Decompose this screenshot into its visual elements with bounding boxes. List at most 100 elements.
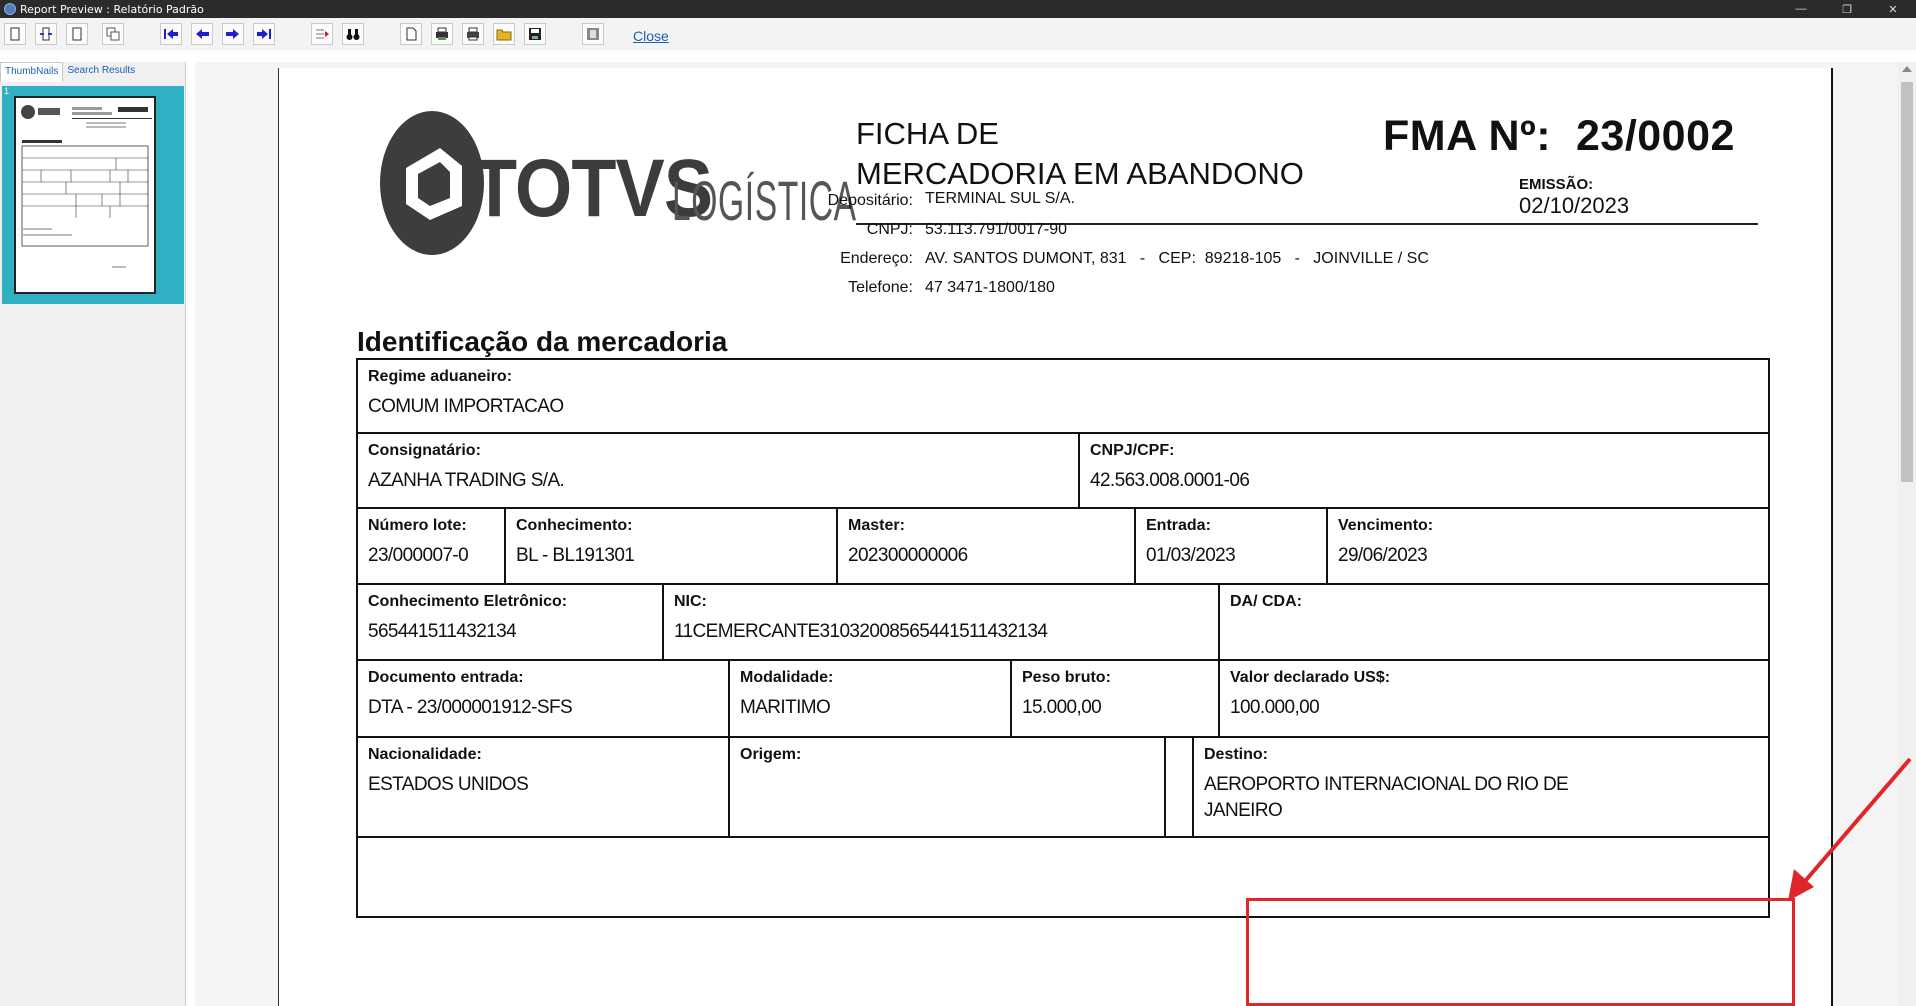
valor-declarado-value: 100.000,00 xyxy=(1230,697,1320,718)
origem-cell: Origem: xyxy=(730,738,1166,836)
peso-bruto-label: Peso bruto: xyxy=(1022,669,1111,686)
thumbnails-panel: ThumbNails Search Results 1 xyxy=(0,62,186,1006)
printer-setup-icon[interactable] xyxy=(431,23,453,45)
cnpjcpf-value: 42.563.008.0001-06 xyxy=(1090,470,1250,491)
restore-button[interactable]: ❐ xyxy=(1824,0,1870,18)
goto-page-icon[interactable] xyxy=(311,23,333,45)
previous-page-icon[interactable] xyxy=(191,23,213,45)
printer-icon[interactable] xyxy=(462,23,484,45)
peso-bruto-cell: Peso bruto: 15.000,00 xyxy=(1012,661,1220,736)
master-label: Master: xyxy=(848,517,905,534)
valor-declarado-cell: Valor declarado US$: 100.000,00 xyxy=(1220,661,1768,736)
conhecimento-value: BL - BL191301 xyxy=(516,545,635,566)
da-cda-cell: DA/ CDA: xyxy=(1220,585,1768,659)
close-window-button[interactable]: ✕ xyxy=(1870,0,1916,18)
vencimento-value: 29/06/2023 xyxy=(1338,545,1428,566)
copy-pages-icon[interactable] xyxy=(102,23,124,45)
telefone-label: Telefone: xyxy=(848,279,913,296)
binoculars-icon[interactable] xyxy=(342,23,364,45)
export-icon[interactable] xyxy=(582,23,604,45)
cnpj-value: 53.113.791/0017-90 xyxy=(925,221,1068,238)
entrada-cell: Entrada: 01/03/2023 xyxy=(1136,509,1328,583)
conhecimento-cell: Conhecimento: BL - BL191301 xyxy=(506,509,838,583)
merchandise-form: Regime aduaneiro: COMUM IMPORTACAO Consi… xyxy=(356,358,1770,918)
destino-label: Destino: xyxy=(1204,746,1268,763)
panel-tabs: ThumbNails Search Results xyxy=(0,62,186,82)
vencimento-label: Vencimento: xyxy=(1338,517,1434,534)
page-split-icon[interactable] xyxy=(35,23,57,45)
endereco-value: AV. SANTOS DUMONT, 831 - CEP: 89218-105 … xyxy=(925,250,1429,267)
form-row-lote: Número lote: 23/000007-0 Conhecimento: B… xyxy=(358,509,1768,585)
emission-value: 02/10/2023 xyxy=(1519,193,1630,218)
tab-thumbnails[interactable]: ThumbNails xyxy=(0,62,64,82)
thumbnail-page-number: 1 xyxy=(4,86,10,96)
emission-label: EMISSÃO: xyxy=(1519,176,1594,193)
form-row-regime: Regime aduaneiro: COMUM IMPORTACAO xyxy=(358,360,1768,434)
document-title-line2: MERCADORIA EM ABANDONO xyxy=(856,156,1304,191)
fma-number: FMA Nº: 23/0002 xyxy=(1383,112,1735,161)
close-link[interactable]: Close xyxy=(633,28,669,44)
document-title: FICHA DE MERCADORIA EM ABANDONO xyxy=(856,114,1304,194)
thumbnail-page[interactable] xyxy=(14,96,156,294)
scroll-up-icon[interactable] xyxy=(1902,66,1912,72)
fma-label: FMA Nº: xyxy=(1383,112,1552,160)
nacionalidade-value: ESTADOS UNIDOS xyxy=(368,774,529,795)
consignatario-value: AZANHA TRADING S/A. xyxy=(368,470,565,491)
fma-value: 23/0002 xyxy=(1575,112,1735,160)
blank-page-icon[interactable] xyxy=(66,23,88,45)
save-icon[interactable] xyxy=(524,23,546,45)
cnpjcpf-cell: CNPJ/CPF: 42.563.008.0001-06 xyxy=(1080,434,1768,507)
endereco-label: Endereço: xyxy=(840,250,913,267)
last-page-icon[interactable] xyxy=(253,23,275,45)
document-icon[interactable] xyxy=(400,23,422,45)
nacionalidade-cell: Nacionalidade: ESTADOS UNIDOS xyxy=(358,738,730,836)
destino-cell: Destino: AEROPORTO INTERNACIONAL DO RIO … xyxy=(1194,738,1768,836)
modalidade-label: Modalidade: xyxy=(740,669,834,686)
document-viewer: TOTVS LOGÍSTICA FICHA DE MERCADORIA EM A… xyxy=(195,62,1898,1006)
modalidade-cell: Modalidade: MARITIMO xyxy=(730,661,1012,736)
spacer-cell xyxy=(1166,738,1194,836)
vencimento-cell: Vencimento: 29/06/2023 xyxy=(1328,509,1768,583)
section-title: Identificação da mercadoria xyxy=(357,326,728,357)
documento-entrada-cell: Documento entrada: DTA - 23/000001912-SF… xyxy=(358,661,730,736)
title-bar: Report Preview : Relatório Padrão — ❐ ✕ xyxy=(0,0,1916,18)
master-cell: Master: 202300000006 xyxy=(838,509,1136,583)
da-cda-label: DA/ CDA: xyxy=(1230,593,1302,610)
form-row-nacionalidade: Nacionalidade: ESTADOS UNIDOS Origem: De… xyxy=(358,738,1768,838)
nic-value: 11CEMERCANTE3103200856544151143213​4 xyxy=(674,621,1048,642)
conh-eletronico-value: 565441511432134 xyxy=(368,621,517,642)
cnpj-label: CNPJ: xyxy=(866,221,913,238)
peso-bruto-value: 15.000,00 xyxy=(1022,697,1102,718)
emission-date: EMISSÃO: 02/10/2023 xyxy=(1519,176,1629,219)
form-row-consignatario: Consignatário: AZANHA TRADING S/A. CNPJ/… xyxy=(358,434,1768,509)
highlight-box xyxy=(1246,898,1795,1006)
thumbnail-item[interactable]: 1 xyxy=(2,86,184,304)
consignatario-label: Consignatário: xyxy=(368,442,481,459)
scrollbar-thumb[interactable] xyxy=(1901,82,1913,482)
destino-value-line2: JANEIRO xyxy=(1204,800,1283,821)
open-folder-icon[interactable] xyxy=(493,23,515,45)
regime-cell: Regime aduaneiro: COMUM IMPORTACAO xyxy=(358,360,1768,432)
annotation-arrow-icon xyxy=(1788,757,1912,901)
globe-icon xyxy=(4,3,16,15)
conhecimento-label: Conhecimento: xyxy=(516,517,633,534)
minimize-button[interactable]: — xyxy=(1778,0,1824,18)
first-page-icon[interactable] xyxy=(160,23,182,45)
consignatario-cell: Consignatário: AZANHA TRADING S/A. xyxy=(358,434,1080,507)
tab-search-results[interactable]: Search Results xyxy=(63,62,139,82)
document-title-line1: FICHA DE xyxy=(856,116,999,151)
documento-entrada-label: Documento entrada: xyxy=(368,669,524,686)
form-row-documento: Documento entrada: DTA - 23/000001912-SF… xyxy=(358,661,1768,738)
origem-label: Origem: xyxy=(740,746,802,763)
master-value: 202300000006 xyxy=(848,545,968,566)
telefone-value: 47 3471-1800/180 xyxy=(925,279,1055,296)
next-page-icon[interactable] xyxy=(222,23,244,45)
conh-eletronico-label: Conhecimento Eletrônico: xyxy=(368,593,568,610)
report-page: TOTVS LOGÍSTICA FICHA DE MERCADORIA EM A… xyxy=(278,68,1833,1006)
nacionalidade-label: Nacionalidade: xyxy=(368,746,482,763)
regime-label: Regime aduaneiro: xyxy=(368,368,513,385)
numero-lote-value: 23/000007-0 xyxy=(368,545,469,566)
conh-eletronico-cell: Conhecimento Eletrônico: 565441511432134 xyxy=(358,585,664,659)
valor-declarado-label: Valor declarado US$: xyxy=(1230,669,1391,686)
new-page-icon[interactable] xyxy=(4,23,26,45)
